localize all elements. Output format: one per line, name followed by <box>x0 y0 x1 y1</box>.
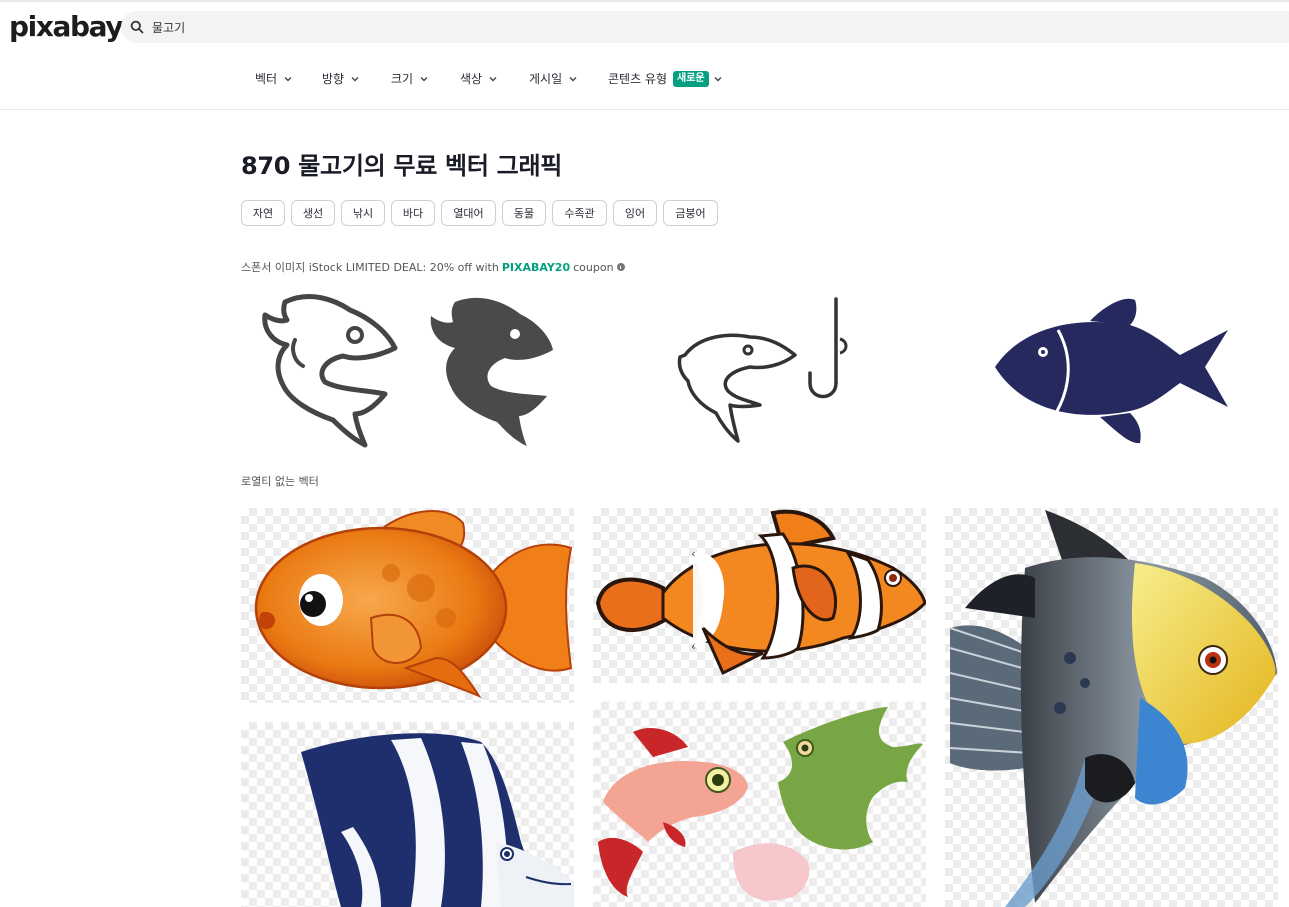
filter-label: 방향 <box>322 72 345 86</box>
chevron-down-icon <box>489 76 497 81</box>
filter-label: 크기 <box>391 72 414 86</box>
tag-chip[interactable]: 생선 <box>291 200 335 226</box>
fish-hook-icon[interactable] <box>670 295 850 449</box>
chevron-down-icon <box>714 76 722 81</box>
coupon-code: PIXABAY20 <box>501 260 571 274</box>
tag-chip[interactable]: 낚시 <box>341 200 385 226</box>
filter-published-date[interactable]: 게시일 <box>529 70 578 87</box>
sponsor-label: 스폰서 이미지 iStock LIMITED DEAL: 20% off wit… <box>241 259 625 275</box>
tag-chip[interactable]: 수족관 <box>552 200 607 226</box>
filter-label: 콘텐츠 유형 <box>608 72 668 86</box>
tag-chip[interactable]: 열대어 <box>441 200 496 226</box>
tag-chip[interactable]: 금붕어 <box>663 200 718 226</box>
result-card-clownfish[interactable] <box>593 508 926 683</box>
pixabay-logo[interactable]: pixabay <box>9 10 124 43</box>
filter-content-type[interactable]: 콘텐츠 유형 새로운 <box>608 70 723 87</box>
sponsor-suffix: coupon <box>573 260 614 274</box>
chevron-down-icon <box>420 76 428 81</box>
top-header: pixabay 벡터 방향 크기 색상 게시일 <box>0 0 1289 110</box>
filter-label: 색상 <box>460 72 483 86</box>
tag-chip[interactable]: 자연 <box>241 200 285 226</box>
chevron-down-icon <box>351 76 359 81</box>
sponsor-text: 스폰서 이미지 iStock LIMITED DEAL: 20% off wit… <box>241 261 499 274</box>
chevron-down-icon <box>284 76 292 81</box>
filter-label: 게시일 <box>529 72 563 86</box>
result-card-angelfish[interactable] <box>945 508 1278 907</box>
result-card-pink-green-fish[interactable] <box>593 702 926 907</box>
chevron-down-icon <box>569 76 577 81</box>
search-icon[interactable] <box>130 19 144 38</box>
filter-orientation[interactable]: 방향 <box>322 70 360 87</box>
filter-vector[interactable]: 벡터 <box>255 70 293 87</box>
tag-chip[interactable]: 동물 <box>502 200 546 226</box>
tag-chip[interactable]: 잉어 <box>613 200 657 226</box>
filter-label: 벡터 <box>255 72 278 86</box>
top-divider <box>0 0 1289 2</box>
new-badge: 새로운 <box>673 70 709 87</box>
fish-solid-icon[interactable] <box>425 292 560 456</box>
result-card-goldfish[interactable] <box>241 508 574 703</box>
fish-outline-icon[interactable] <box>255 290 400 454</box>
result-card-striped-angelfish[interactable] <box>241 722 574 907</box>
info-icon[interactable] <box>616 263 625 271</box>
royalty-free-label: 로열티 없는 벡터 <box>241 475 319 488</box>
tag-chip[interactable]: 바다 <box>391 200 435 226</box>
navy-fish-icon[interactable] <box>990 295 1235 449</box>
search-bar[interactable] <box>121 11 1289 43</box>
page-title: 870 물고기의 무료 벡터 그래픽 <box>241 152 562 180</box>
filter-color[interactable]: 색상 <box>460 70 498 87</box>
search-input[interactable] <box>152 15 752 39</box>
filter-size[interactable]: 크기 <box>391 70 429 87</box>
